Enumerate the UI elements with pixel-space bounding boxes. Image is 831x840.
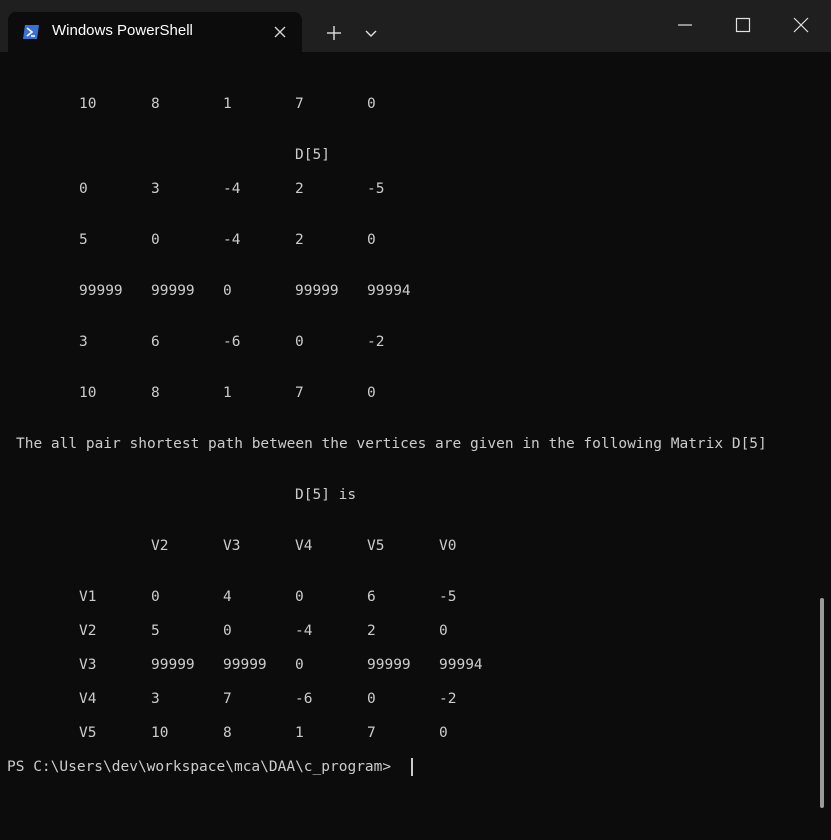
powershell-icon	[22, 23, 40, 41]
matrix-cell: 1	[223, 385, 232, 401]
result-cell: 0	[439, 725, 448, 741]
result-cell: 3	[151, 691, 160, 707]
column-header: V3	[223, 538, 241, 554]
powershell-window: Windows PowerShell 10 8 1 7 0 D[5] 0 3 -…	[0, 0, 831, 840]
result-cell: -4	[295, 623, 313, 639]
minimize-icon	[678, 24, 692, 26]
matrix-cell: 8	[151, 385, 160, 401]
matrix-title: D[5]	[295, 147, 330, 163]
result-cell: -2	[439, 691, 457, 707]
maximize-button[interactable]	[714, 0, 772, 50]
matrix-cell: -5	[367, 181, 385, 197]
result-cell: 7	[367, 725, 376, 741]
result-cell: 0	[439, 623, 448, 639]
plus-icon	[327, 26, 341, 40]
column-header: V4	[295, 538, 313, 554]
title-bar[interactable]: Windows PowerShell	[0, 0, 831, 52]
maximize-icon	[735, 17, 751, 33]
close-icon	[793, 17, 809, 33]
matrix-cell: -6	[223, 334, 241, 350]
matrix-cell: 99999	[295, 283, 339, 299]
result-cell: 0	[295, 657, 304, 673]
tab-title: Windows PowerShell	[52, 22, 193, 39]
matrix-cell: 0	[295, 334, 304, 350]
result-cell: -5	[439, 589, 457, 605]
result-cell: 99994	[439, 657, 483, 673]
row-label: V4	[79, 691, 97, 707]
column-header: V2	[151, 538, 169, 554]
row-label: V2	[79, 623, 97, 639]
matrix-cell: 6	[151, 334, 160, 350]
result-cell: 8	[223, 725, 232, 741]
matrix-cell: 0	[367, 96, 376, 112]
result-cell: 0	[367, 691, 376, 707]
result-cell: 99999	[367, 657, 411, 673]
chevron-down-icon	[365, 30, 377, 37]
result-title: D[5] is	[295, 487, 357, 503]
matrix-cell: 7	[295, 96, 304, 112]
console-output[interactable]: 10 8 1 7 0 D[5] 0 3 -4 2 -5 5 0 -4 2 0 9…	[0, 52, 831, 840]
close-button[interactable]	[772, 0, 830, 50]
matrix-cell: 3	[79, 334, 88, 350]
summary-line: The all pair shortest path between the v…	[16, 436, 767, 452]
matrix-cell: 10	[79, 385, 97, 401]
matrix-cell: -4	[223, 232, 241, 248]
matrix-cell: 0	[79, 181, 88, 197]
matrix-cell: 5	[79, 232, 88, 248]
result-cell: 10	[151, 725, 169, 741]
prompt-line[interactable]: PS C:\Users\dev\workspace\mca\DAA\c_prog…	[7, 758, 400, 776]
close-icon[interactable]	[270, 22, 290, 42]
result-cell: 0	[151, 589, 160, 605]
column-header: V0	[439, 538, 457, 554]
tab-windows-powershell[interactable]: Windows PowerShell	[8, 12, 302, 52]
result-cell: 6	[367, 589, 376, 605]
row-label: V1	[79, 589, 97, 605]
result-cell: 2	[367, 623, 376, 639]
new-tab-button[interactable]	[316, 16, 352, 48]
minimize-button[interactable]	[656, 0, 714, 50]
matrix-cell: -4	[223, 181, 241, 197]
row-label: V5	[79, 725, 97, 741]
matrix-cell: 99994	[367, 283, 411, 299]
matrix-cell: 10	[79, 96, 97, 112]
matrix-cell: 99999	[79, 283, 123, 299]
row-label: V3	[79, 657, 97, 673]
result-cell: 7	[223, 691, 232, 707]
matrix-cell: 2	[295, 232, 304, 248]
matrix-cell: 0	[367, 385, 376, 401]
matrix-cell: 1	[223, 96, 232, 112]
column-header: V5	[367, 538, 385, 554]
matrix-cell: 0	[151, 232, 160, 248]
matrix-cell: 99999	[151, 283, 195, 299]
result-cell: 1	[295, 725, 304, 741]
matrix-cell: 3	[151, 181, 160, 197]
result-cell: 99999	[151, 657, 195, 673]
text-cursor	[411, 758, 413, 776]
tab-dropdown-button[interactable]	[353, 16, 389, 48]
matrix-cell: 8	[151, 96, 160, 112]
matrix-cell: 7	[295, 385, 304, 401]
result-cell: 4	[223, 589, 232, 605]
matrix-cell: 0	[223, 283, 232, 299]
result-cell: -6	[295, 691, 313, 707]
result-cell: 0	[295, 589, 304, 605]
scrollbar-thumb[interactable]	[820, 598, 824, 808]
matrix-cell: -2	[367, 334, 385, 350]
result-cell: 99999	[223, 657, 267, 673]
matrix-cell: 2	[295, 181, 304, 197]
result-cell: 0	[223, 623, 232, 639]
result-cell: 5	[151, 623, 160, 639]
matrix-cell: 0	[367, 232, 376, 248]
